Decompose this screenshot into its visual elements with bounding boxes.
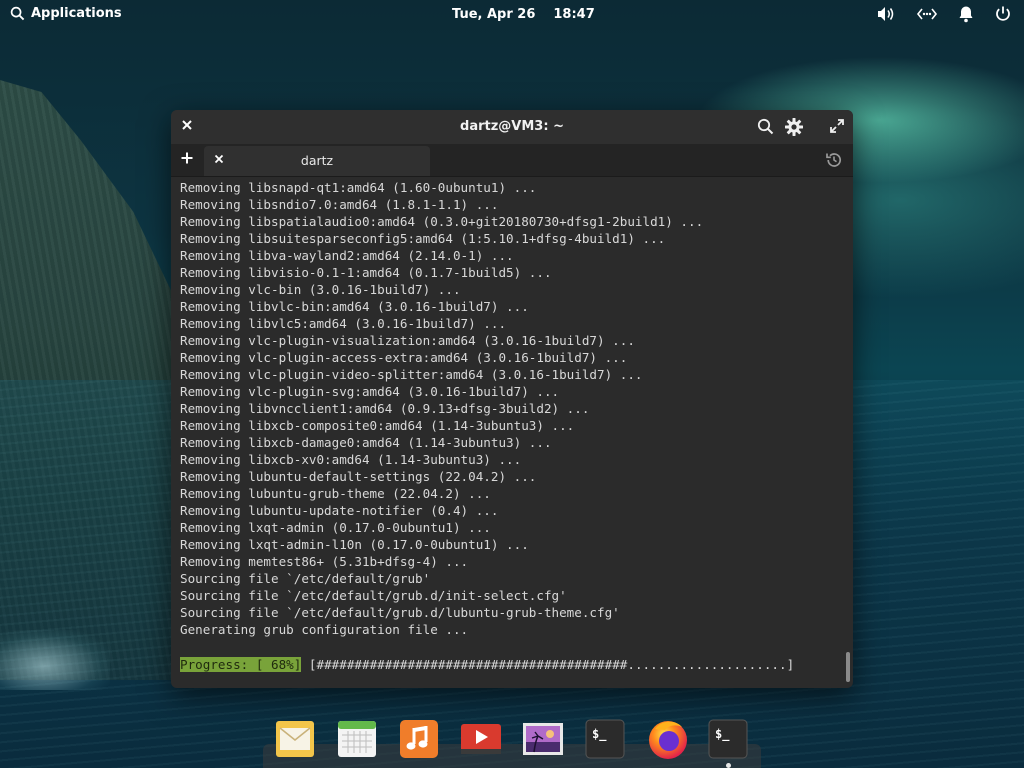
terminal-line: Removing lubuntu-grub-theme (22.04.2) ..… <box>180 486 491 501</box>
volume-icon[interactable] <box>876 5 896 23</box>
tab-label: dartz <box>300 153 334 168</box>
terminal-line: Removing libsndio7.0:amd64 (1.8.1-1.1) .… <box>180 197 499 212</box>
terminal-line: Removing libva-wayland2:amd64 (2.14.0-1)… <box>180 248 514 263</box>
dock-item-videos[interactable] <box>460 718 502 760</box>
terminal-icon: $_ <box>708 719 748 759</box>
terminal-line: Removing libxcb-xv0:amd64 (1.14-3ubuntu3… <box>180 452 522 467</box>
svg-text:$_: $_ <box>715 727 730 742</box>
photo-landscape-icon <box>523 723 563 755</box>
search-icon <box>10 6 25 21</box>
terminal-line: Removing vlc-plugin-visualization:amd64 … <box>180 333 635 348</box>
running-indicator-dot <box>726 763 731 768</box>
top-panel: Applications Tue, Apr 26 18:47 <box>0 0 1024 30</box>
dock-item-photos[interactable] <box>522 718 564 760</box>
time-label: 18:47 <box>553 7 595 22</box>
terminal-line: Removing vlc-bin (3.0.16-1build7) ... <box>180 282 461 297</box>
tab-bar: dartz <box>171 144 853 177</box>
dock-item-terminal[interactable]: $_ <box>584 718 626 760</box>
dock-item-terminal-running[interactable]: $_ <box>707 718 749 760</box>
mail-icon <box>276 721 314 757</box>
calendar-icon <box>338 721 376 757</box>
terminal-scrollbar[interactable] <box>846 652 850 682</box>
find-icon[interactable] <box>757 118 774 135</box>
window-titlebar[interactable]: dartz@VM3: ~ <box>171 110 853 144</box>
applications-label: Applications <box>31 6 122 21</box>
terminal-line: Removing libspatialaudio0:amd64 (0.3.0+g… <box>180 214 704 229</box>
dock-item-calendar[interactable] <box>336 718 378 760</box>
terminal-line: Removing lubuntu-update-notifier (0.4) .… <box>180 503 499 518</box>
power-icon[interactable] <box>994 5 1012 23</box>
terminal-line: Removing libsuitesparseconfig5:amd64 (1:… <box>180 231 666 246</box>
terminal-line: Removing libvisio-0.1-1:amd64 (0.1.7-1bu… <box>180 265 552 280</box>
music-note-icon <box>400 720 438 758</box>
date-label: Tue, Apr 26 <box>452 7 536 22</box>
terminal-line: Removing libvncclient1:amd64 (0.9.13+dfs… <box>180 401 590 416</box>
terminal-line: Removing lxqt-admin-l10n (0.17.0-0ubuntu… <box>180 537 529 552</box>
terminal-output[interactable]: Removing libsnapd-qt1:amd64 (1.60-0ubunt… <box>180 179 843 688</box>
terminal-line: Removing vlc-plugin-video-splitter:amd64… <box>180 367 643 382</box>
terminal-line: Sourcing file `/etc/default/grub.d/lubun… <box>180 605 620 620</box>
terminal-line: Removing libvlc5:amd64 (3.0.16-1build7) … <box>180 316 507 331</box>
terminal-line: Generating grub configuration file ... <box>180 622 469 637</box>
system-indicators <box>876 5 1012 23</box>
dock-item-firefox[interactable] <box>645 718 687 760</box>
dock-item-mail[interactable] <box>274 718 316 760</box>
datetime-indicator[interactable]: Tue, Apr 26 18:47 <box>452 7 595 22</box>
window-title: dartz@VM3: ~ <box>460 119 564 134</box>
settings-gear-icon[interactable] <box>784 117 804 137</box>
terminal-window: dartz@VM3: ~ dartz Removing libsnapd-qt1… <box>171 110 853 688</box>
terminal-line: Removing lxqt-admin (0.17.0-0ubuntu1) ..… <box>180 520 491 535</box>
new-tab-plus-icon[interactable] <box>181 152 193 164</box>
terminal-icon: $_ <box>585 719 625 759</box>
tab-dartz[interactable]: dartz <box>204 146 430 176</box>
terminal-line: Removing vlc-plugin-svg:amd64 (3.0.16-1b… <box>180 384 560 399</box>
terminal-line: Removing libvlc-bin:amd64 (3.0.16-1build… <box>180 299 529 314</box>
applications-menu[interactable]: Applications <box>10 6 122 21</box>
wallpaper-foam <box>0 630 110 690</box>
dock-item-music[interactable] <box>398 718 440 760</box>
terminal-line: Removing vlc-plugin-access-extra:amd64 (… <box>180 350 628 365</box>
terminal-line: Removing libxcb-damage0:amd64 (1.14-3ubu… <box>180 435 552 450</box>
progress-label: Progress: [ 68%] <box>180 657 302 672</box>
closed-tabs-history-icon[interactable] <box>825 151 843 169</box>
terminal-line: Sourcing file `/etc/default/grub.d/init-… <box>180 588 567 603</box>
svg-text:$_: $_ <box>592 727 607 742</box>
video-play-icon <box>461 724 501 754</box>
notifications-bell-icon[interactable] <box>958 5 974 23</box>
maximize-icon[interactable] <box>830 119 844 133</box>
terminal-line: Removing libsnapd-qt1:amd64 (1.60-0ubunt… <box>180 180 537 195</box>
terminal-line: Sourcing file `/etc/default/grub' <box>180 571 431 586</box>
terminal-line: Removing lubuntu-default-settings (22.04… <box>180 469 537 484</box>
terminal-line: Removing memtest86+ (5.31b+dfsg-4) ... <box>180 554 469 569</box>
firefox-icon <box>649 721 687 759</box>
progress-bar-text: [#######################################… <box>308 657 795 672</box>
terminal-line: Removing libxcb-composite0:amd64 (1.14-3… <box>180 418 575 433</box>
network-icon[interactable] <box>916 5 938 23</box>
progress-line: Progress: [ 68%] [######################… <box>180 656 794 673</box>
